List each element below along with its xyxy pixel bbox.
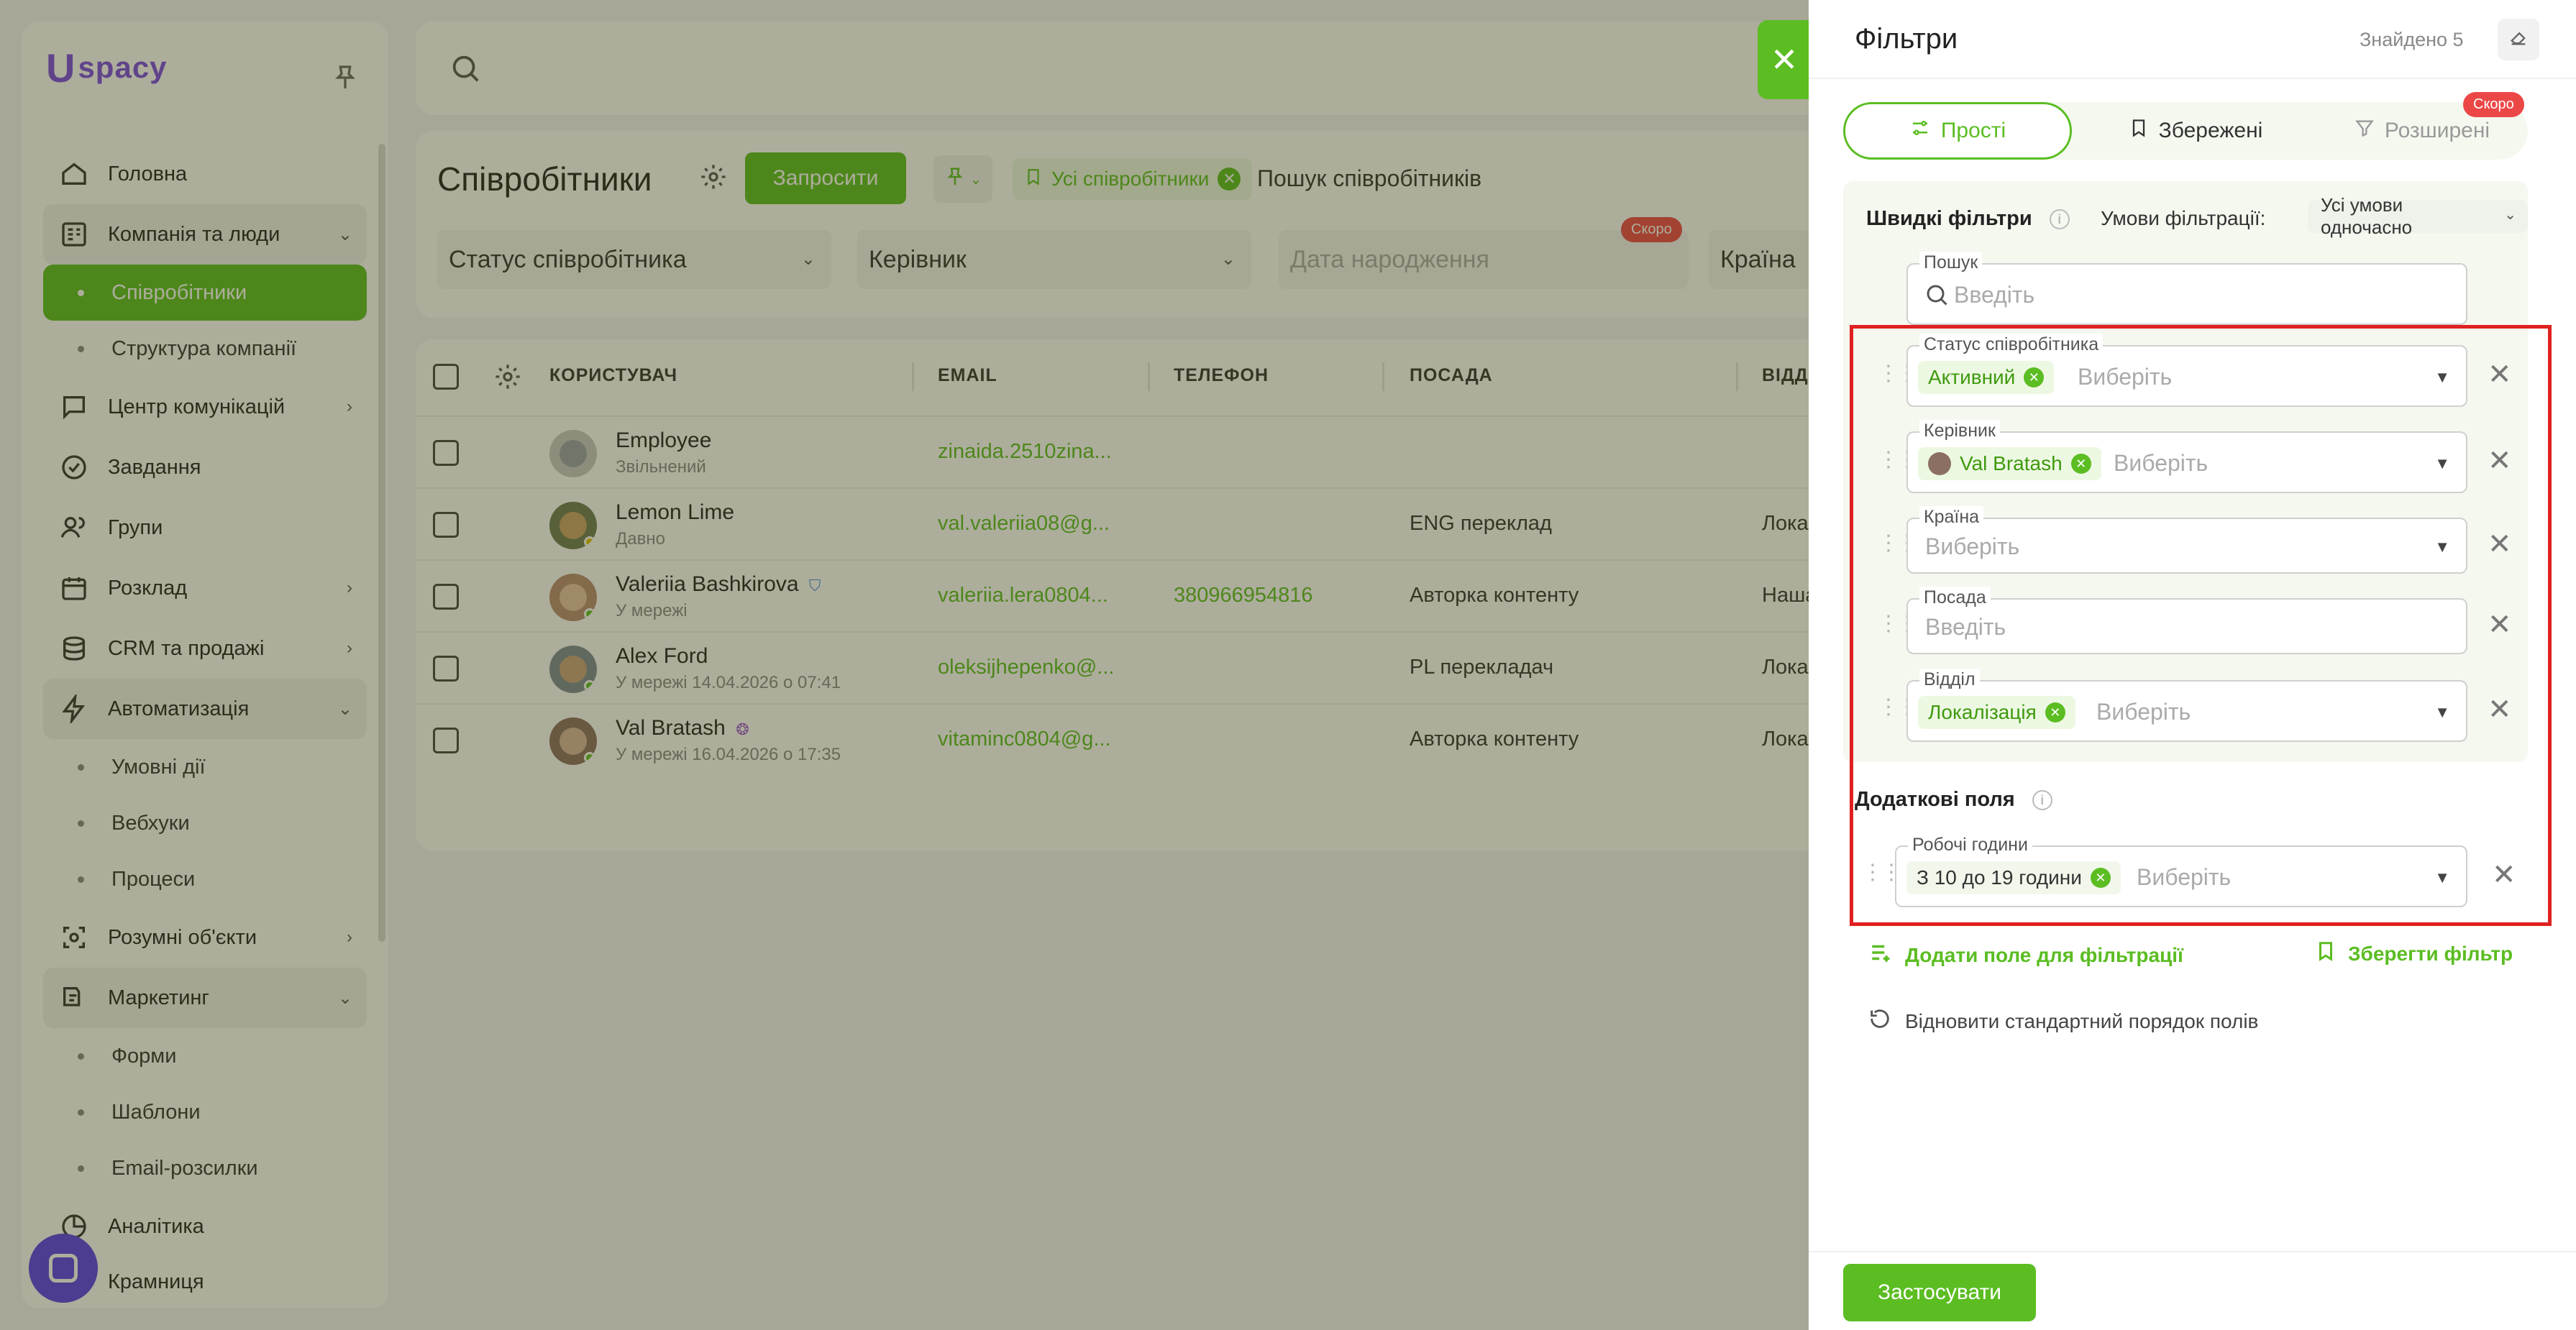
info-icon[interactable]: i xyxy=(2049,209,2070,230)
sliders-icon xyxy=(1909,117,1931,145)
search-placeholder: Введіть xyxy=(1954,282,2035,308)
bookmark-icon xyxy=(2315,940,2337,967)
close-drawer-button[interactable]: ✕ xyxy=(1758,20,1811,99)
reset-icon xyxy=(1868,1006,1892,1036)
link-label: Зберегти фільтр xyxy=(2348,942,2513,965)
drawer-title: Фільтри xyxy=(1855,23,1958,55)
add-filter-field-button[interactable]: Додати поле для фільтрації xyxy=(1869,940,2183,970)
drawer-header: Фільтри Знайдено 5 xyxy=(1809,0,2576,79)
field-label: Пошук xyxy=(1919,252,1983,273)
conditions-label: Умови фільтрації: xyxy=(2101,207,2266,229)
eraser-icon xyxy=(2508,27,2529,52)
tab-saved[interactable]: Збережені xyxy=(2088,102,2303,160)
search-field[interactable]: Пошук Введіть xyxy=(1906,252,2467,325)
add-list-icon xyxy=(1869,940,1894,970)
reset-field-order-button[interactable]: Відновити стандартний порядок полів xyxy=(1868,1006,2258,1036)
save-filter-button[interactable]: Зберегти фільтр xyxy=(2315,940,2513,967)
search-icon xyxy=(1924,282,1950,311)
tab-label: Розширені xyxy=(2384,119,2490,142)
quick-filters-title: Швидкі фільтри i xyxy=(1866,207,2070,231)
chevron-down-icon: ⌄ xyxy=(2504,207,2516,223)
link-label: Додати поле для фільтрації xyxy=(1905,943,2183,966)
apply-filters-button[interactable]: Застосувати xyxy=(1843,1264,2036,1321)
conditions-value: Усі умови одночасно xyxy=(2321,194,2413,238)
clear-filters-button[interactable] xyxy=(2498,19,2539,60)
tab-label: Прості xyxy=(1940,119,2006,142)
modal-backdrop[interactable] xyxy=(0,0,1809,1330)
reset-label: Відновити стандартний порядок полів xyxy=(1905,1009,2259,1032)
highlight-annotation-box xyxy=(1850,325,2552,926)
bookmark-icon xyxy=(2129,118,2149,144)
tab-simple[interactable]: Прості xyxy=(1843,102,2072,160)
results-count: Знайдено 5 xyxy=(2360,29,2464,50)
conditions-select[interactable]: Усі умови одночасно ⌄ xyxy=(2308,194,2528,238)
filter-mode-tabs: Прості Збережені Розширені xyxy=(1843,102,2528,160)
drawer-footer: Застосувати xyxy=(1809,1251,2576,1330)
soon-badge: Скоро xyxy=(2463,92,2524,117)
close-icon: ✕ xyxy=(1770,41,1799,78)
section-title-text: Швидкі фільтри xyxy=(1866,207,2032,230)
filter-funnel-icon xyxy=(2355,118,2375,144)
tab-label: Збережені xyxy=(2158,119,2263,142)
